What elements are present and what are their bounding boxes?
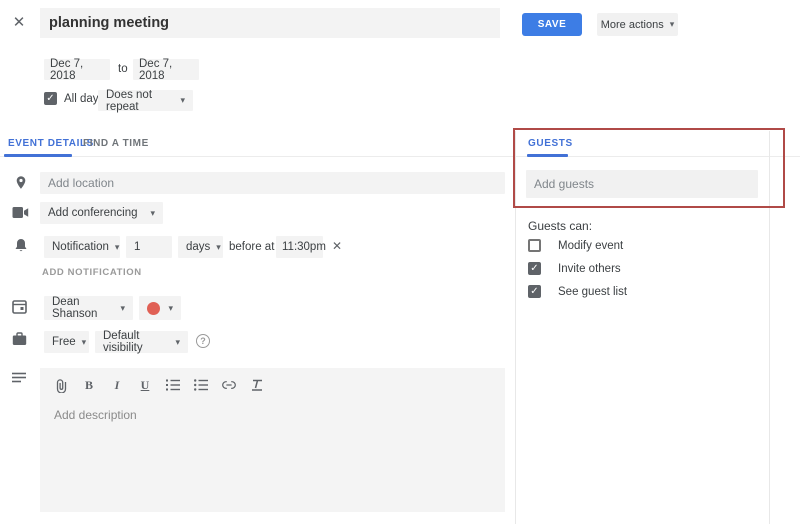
event-color-dropdown[interactable]: ▾: [139, 296, 181, 320]
chevron-down-icon: ▾: [670, 19, 675, 30]
briefcase-icon: [12, 332, 27, 346]
description-placeholder: Add description: [40, 394, 505, 422]
event-title-input[interactable]: [40, 8, 500, 38]
save-button[interactable]: SAVE: [522, 13, 582, 36]
bold-icon[interactable]: B: [82, 377, 96, 393]
clear-formatting-icon[interactable]: [250, 377, 264, 393]
recurrence-value: Does not repeat: [106, 89, 174, 113]
tab-find-a-time[interactable]: FIND A TIME: [83, 138, 149, 149]
remove-notification-icon[interactable]: ✕: [332, 239, 342, 253]
add-notification-link[interactable]: ADD NOTIFICATION: [42, 267, 142, 278]
bulleted-list-icon[interactable]: [194, 377, 208, 393]
description-toolbar: B I U: [40, 368, 505, 394]
numbered-list-icon[interactable]: [166, 377, 180, 393]
modify-event-checkbox[interactable]: [528, 239, 541, 252]
location-pin-icon: [14, 175, 28, 191]
visibility-dropdown[interactable]: Default visibility ▾: [95, 331, 188, 353]
notification-unit-dropdown[interactable]: days ▾: [178, 236, 223, 258]
notification-count-input[interactable]: [126, 236, 172, 258]
guests-panel-left-divider: [515, 131, 516, 524]
chevron-down-icon: ▾: [162, 303, 173, 314]
availability-value: Free: [52, 336, 76, 348]
notification-unit-value: days: [186, 241, 210, 253]
availability-dropdown[interactable]: Free ▾: [44, 331, 89, 353]
italic-icon[interactable]: I: [110, 377, 124, 393]
modify-event-label: Modify event: [558, 240, 623, 252]
tab-guests[interactable]: GUESTS: [528, 138, 573, 149]
active-tab-underline: [4, 154, 72, 157]
chevron-down-icon: ▾: [169, 337, 180, 348]
guests-panel-right-divider: [769, 131, 770, 524]
help-icon[interactable]: ?: [196, 334, 210, 348]
bell-icon: [14, 238, 28, 253]
calendar-name-value: Dean Shanson: [52, 296, 114, 320]
location-input[interactable]: [40, 172, 505, 194]
add-conferencing-dropdown[interactable]: Add conferencing ▾: [40, 202, 163, 224]
chevron-down-icon: ▾: [109, 242, 120, 253]
notification-type-dropdown[interactable]: Notification ▾: [44, 236, 120, 258]
event-editor-window: ✕ SAVE More actions ▾ Dec 7, 2018 to Dec…: [0, 0, 800, 524]
date-to-label: to: [118, 63, 128, 75]
close-icon[interactable]: ✕: [8, 11, 30, 33]
recurrence-dropdown[interactable]: Does not repeat ▾: [98, 90, 193, 111]
more-actions-label: More actions: [601, 19, 664, 31]
all-day-label: All day: [64, 93, 99, 105]
chevron-down-icon: ▾: [76, 337, 87, 348]
before-at-label: before at: [229, 241, 274, 253]
video-camera-icon: [12, 206, 29, 219]
notification-type-value: Notification: [52, 241, 109, 253]
visibility-value: Default visibility: [103, 330, 169, 354]
insert-link-icon[interactable]: [222, 377, 236, 393]
more-actions-button[interactable]: More actions ▾: [597, 13, 678, 36]
end-date-field[interactable]: Dec 7, 2018: [133, 59, 199, 80]
chevron-down-icon: ▾: [210, 242, 221, 253]
underline-icon[interactable]: U: [138, 377, 152, 393]
add-guests-input[interactable]: [526, 170, 758, 198]
description-lines-icon: [12, 372, 27, 384]
attachment-icon[interactable]: [54, 377, 68, 393]
tab-event-details[interactable]: EVENT DETAILS: [8, 138, 94, 149]
invite-others-checkbox[interactable]: ✓: [528, 262, 541, 275]
event-color-swatch: [147, 302, 160, 315]
notification-time-field[interactable]: 11:30pm: [276, 236, 323, 258]
guests-can-label: Guests can:: [528, 219, 592, 233]
see-guest-list-checkbox[interactable]: ✓: [528, 285, 541, 298]
chevron-down-icon: ▾: [144, 208, 155, 219]
chevron-down-icon: ▾: [114, 303, 125, 314]
calendar-icon: [12, 299, 27, 314]
see-guest-list-label: See guest list: [558, 286, 627, 298]
start-date-field[interactable]: Dec 7, 2018: [44, 59, 110, 80]
guests-tab-underline: [527, 154, 568, 157]
description-editor[interactable]: B I U: [40, 368, 505, 512]
invite-others-label: Invite others: [558, 263, 621, 275]
chevron-down-icon: ▾: [174, 95, 185, 106]
all-day-checkbox[interactable]: ✓: [44, 92, 57, 105]
add-conferencing-label: Add conferencing: [48, 207, 138, 219]
tabs-bar: EVENT DETAILS FIND A TIME GUESTS: [0, 130, 800, 157]
calendar-select-dropdown[interactable]: Dean Shanson ▾: [44, 296, 133, 320]
